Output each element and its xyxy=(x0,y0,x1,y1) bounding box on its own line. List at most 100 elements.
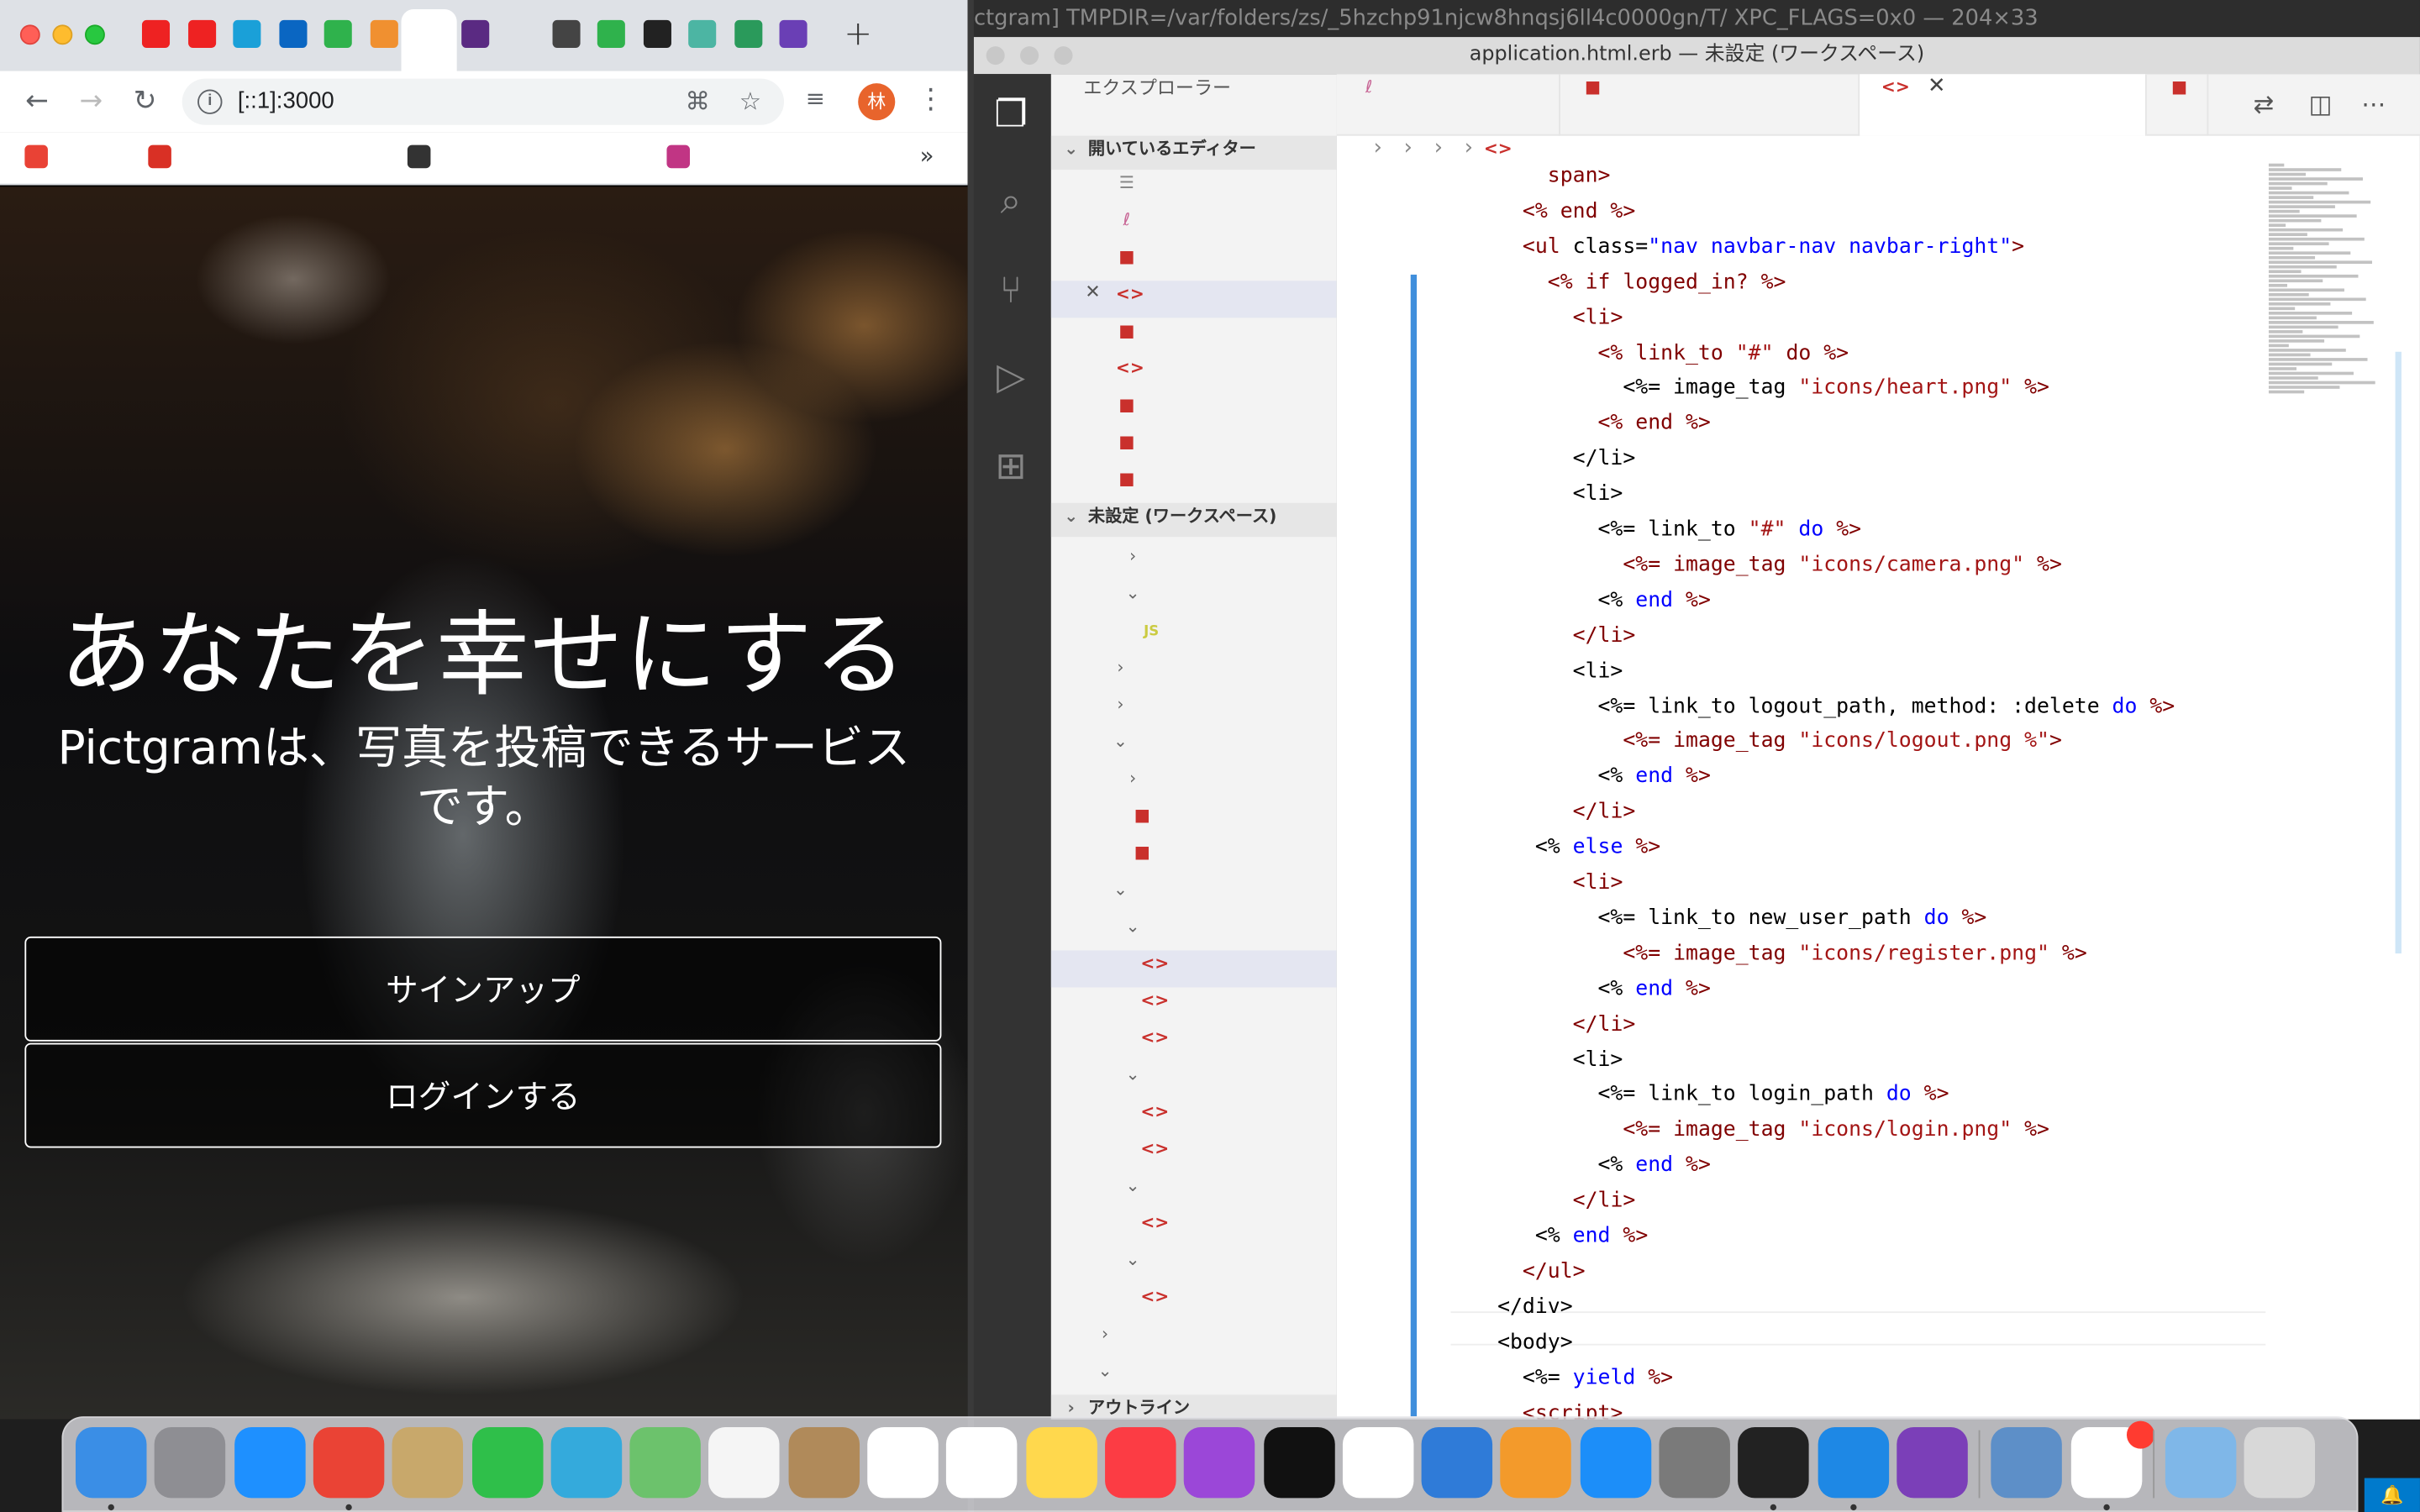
r-icon[interactable] xyxy=(642,19,671,48)
tree-item[interactable]: <> xyxy=(1050,950,1337,988)
bookmarks-more-button[interactable]: » xyxy=(920,142,934,170)
bookmark-1[interactable] xyxy=(24,144,57,169)
split-editor-icon[interactable]: ◫ xyxy=(2309,90,2333,119)
music-icon[interactable] xyxy=(1104,1426,1176,1499)
dash-icon[interactable] xyxy=(1897,1426,1968,1499)
tree-item[interactable]: ⌄ xyxy=(1051,876,1337,913)
tree-item[interactable]: <> xyxy=(1051,1210,1337,1247)
open-editors-header[interactable]: ⌄ 開いているエディター xyxy=(1050,135,1337,171)
source-control-icon[interactable]: ⑂ xyxy=(989,269,1032,312)
keynote-icon[interactable] xyxy=(1421,1426,1493,1499)
bookmark-2[interactable] xyxy=(148,144,181,169)
lightning-icon[interactable] xyxy=(141,19,171,48)
square-icon[interactable] xyxy=(688,19,717,48)
close-tab-icon[interactable]: ✕ xyxy=(1928,74,1946,98)
login-button[interactable]: ログインする xyxy=(24,1042,942,1148)
tree-item[interactable]: › xyxy=(1051,543,1337,580)
editor-tab[interactable]: ℓ xyxy=(1337,74,1560,136)
reload-button[interactable]: ↻ xyxy=(128,85,161,118)
facetime-icon[interactable] xyxy=(471,1426,543,1499)
tv-icon[interactable] xyxy=(1263,1426,1334,1499)
signup-button[interactable]: サインアップ xyxy=(24,936,942,1042)
app-store-icon[interactable] xyxy=(1580,1426,1651,1499)
contacts-icon[interactable] xyxy=(787,1426,860,1499)
photos-icon[interactable] xyxy=(708,1426,781,1499)
open-editor-item[interactable]: ☰ xyxy=(1051,170,1337,207)
open-editor-item[interactable]: ■ xyxy=(1051,429,1337,466)
open-editor-item[interactable]: ■ xyxy=(1051,392,1337,429)
vscode-minimize-button[interactable] xyxy=(1020,46,1039,66)
orange-box-icon[interactable] xyxy=(369,19,397,48)
lightning-icon[interactable] xyxy=(187,19,216,48)
open-editor-item[interactable]: ■ xyxy=(1051,318,1337,354)
forward-button[interactable]: → xyxy=(74,85,108,118)
launchpad-icon[interactable] xyxy=(155,1426,226,1499)
globe-icon[interactable] xyxy=(551,19,580,48)
preview-photos-icon[interactable] xyxy=(1991,1426,2063,1499)
minimap[interactable] xyxy=(2263,163,2399,472)
chrome-menu-icon[interactable]: ⋮ xyxy=(917,83,944,116)
profile-avatar[interactable]: 林 xyxy=(858,83,896,121)
back-button[interactable]: ← xyxy=(20,85,54,118)
trash-icon[interactable] xyxy=(2244,1426,2316,1499)
tree-item[interactable]: <> xyxy=(1051,1025,1337,1062)
reminders-icon[interactable] xyxy=(946,1426,1018,1499)
close-icon[interactable] xyxy=(401,9,457,71)
green-ring-icon[interactable] xyxy=(324,19,352,48)
bookmark-3[interactable] xyxy=(407,144,440,169)
open-editor-item[interactable]: <> xyxy=(1051,354,1337,391)
minimize-window-button[interactable] xyxy=(52,24,73,45)
tree-item[interactable]: ⌄ xyxy=(1051,1062,1337,1099)
run-debug-icon[interactable]: ▷ xyxy=(989,354,1032,397)
media-queue-icon[interactable]: ≡ xyxy=(806,85,825,113)
maps-icon[interactable] xyxy=(629,1426,702,1499)
pages-icon[interactable] xyxy=(1500,1426,1572,1499)
preview-icon[interactable] xyxy=(392,1426,464,1499)
close-editor-icon[interactable]: ✕ xyxy=(1085,281,1100,302)
tree-item[interactable]: ■ xyxy=(1051,839,1337,876)
vscode-close-button[interactable] xyxy=(986,46,1005,66)
tree-item[interactable]: ■ xyxy=(1051,802,1337,839)
tree-item[interactable]: ⌄ xyxy=(1051,580,1337,617)
open-editor-item[interactable]: ✕ <> xyxy=(1050,281,1337,318)
bookmark-star-icon[interactable]: ☆ xyxy=(739,87,761,116)
tree-item[interactable]: › xyxy=(1051,765,1337,802)
p-icon[interactable] xyxy=(460,19,489,48)
explorer-icon[interactable]: ❐ xyxy=(989,92,1032,135)
open-editor-item[interactable]: ■ xyxy=(1051,466,1337,503)
translate-icon[interactable]: ⌘ xyxy=(685,87,709,116)
tree-item[interactable]: JS xyxy=(1051,617,1337,654)
w-icon[interactable] xyxy=(233,19,261,48)
finder-icon[interactable] xyxy=(75,1426,147,1499)
green-ring-icon[interactable] xyxy=(597,19,625,48)
tree-item[interactable]: ⌄ xyxy=(1051,1247,1337,1284)
tree-item[interactable]: ⌄ xyxy=(1051,1173,1337,1210)
tree-item[interactable]: ⌄ xyxy=(1051,913,1337,950)
tree-item[interactable]: › xyxy=(1051,691,1337,728)
tree-item[interactable]: ⌄ xyxy=(1051,728,1337,765)
numbers-icon[interactable] xyxy=(1342,1426,1414,1499)
tree-item[interactable]: <> xyxy=(1051,987,1337,1024)
more-actions-icon[interactable]: ⋯ xyxy=(2361,90,2386,119)
circle-x-icon[interactable] xyxy=(734,19,762,48)
tree-item[interactable]: › xyxy=(1051,654,1337,691)
extensions-icon[interactable]: ⊞ xyxy=(989,444,1032,487)
podcasts-icon[interactable] xyxy=(1184,1426,1255,1499)
swirl-icon[interactable] xyxy=(779,19,808,48)
vscode-icon[interactable] xyxy=(1817,1426,1889,1499)
address-bar[interactable]: i [::1]:3000 ⌘ ☆ xyxy=(182,78,785,125)
downloads-folder-icon[interactable] xyxy=(2165,1426,2237,1499)
open-editor-item[interactable]: ℓ xyxy=(1051,207,1337,244)
scrollbar[interactable] xyxy=(2395,351,2402,954)
editor-tab[interactable]: ■ xyxy=(2147,74,2209,136)
tree-item[interactable]: <> xyxy=(1051,1284,1337,1320)
open-editor-item[interactable]: ■ xyxy=(1051,244,1337,281)
notes-icon[interactable] xyxy=(1025,1426,1097,1499)
calendar-icon[interactable] xyxy=(867,1426,939,1499)
zoom-window-button[interactable] xyxy=(85,24,105,45)
vscode-zoom-button[interactable] xyxy=(1054,46,1073,66)
new-tab-button[interactable]: + xyxy=(843,18,874,51)
messages-icon[interactable] xyxy=(550,1426,622,1499)
site-info-icon[interactable]: i xyxy=(197,89,223,114)
terminal-icon[interactable] xyxy=(1738,1426,1810,1499)
